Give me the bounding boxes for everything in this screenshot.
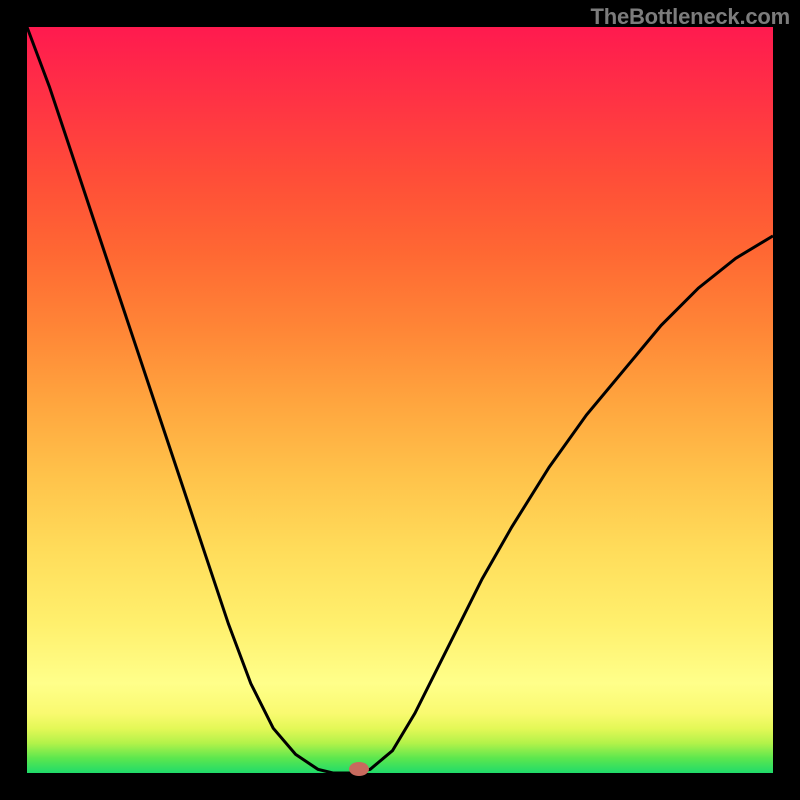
watermark-text: TheBottleneck.com: [590, 4, 790, 30]
chart-svg: [27, 27, 773, 773]
bottleneck-curve: [27, 27, 773, 773]
chart-min-marker: [349, 762, 369, 776]
